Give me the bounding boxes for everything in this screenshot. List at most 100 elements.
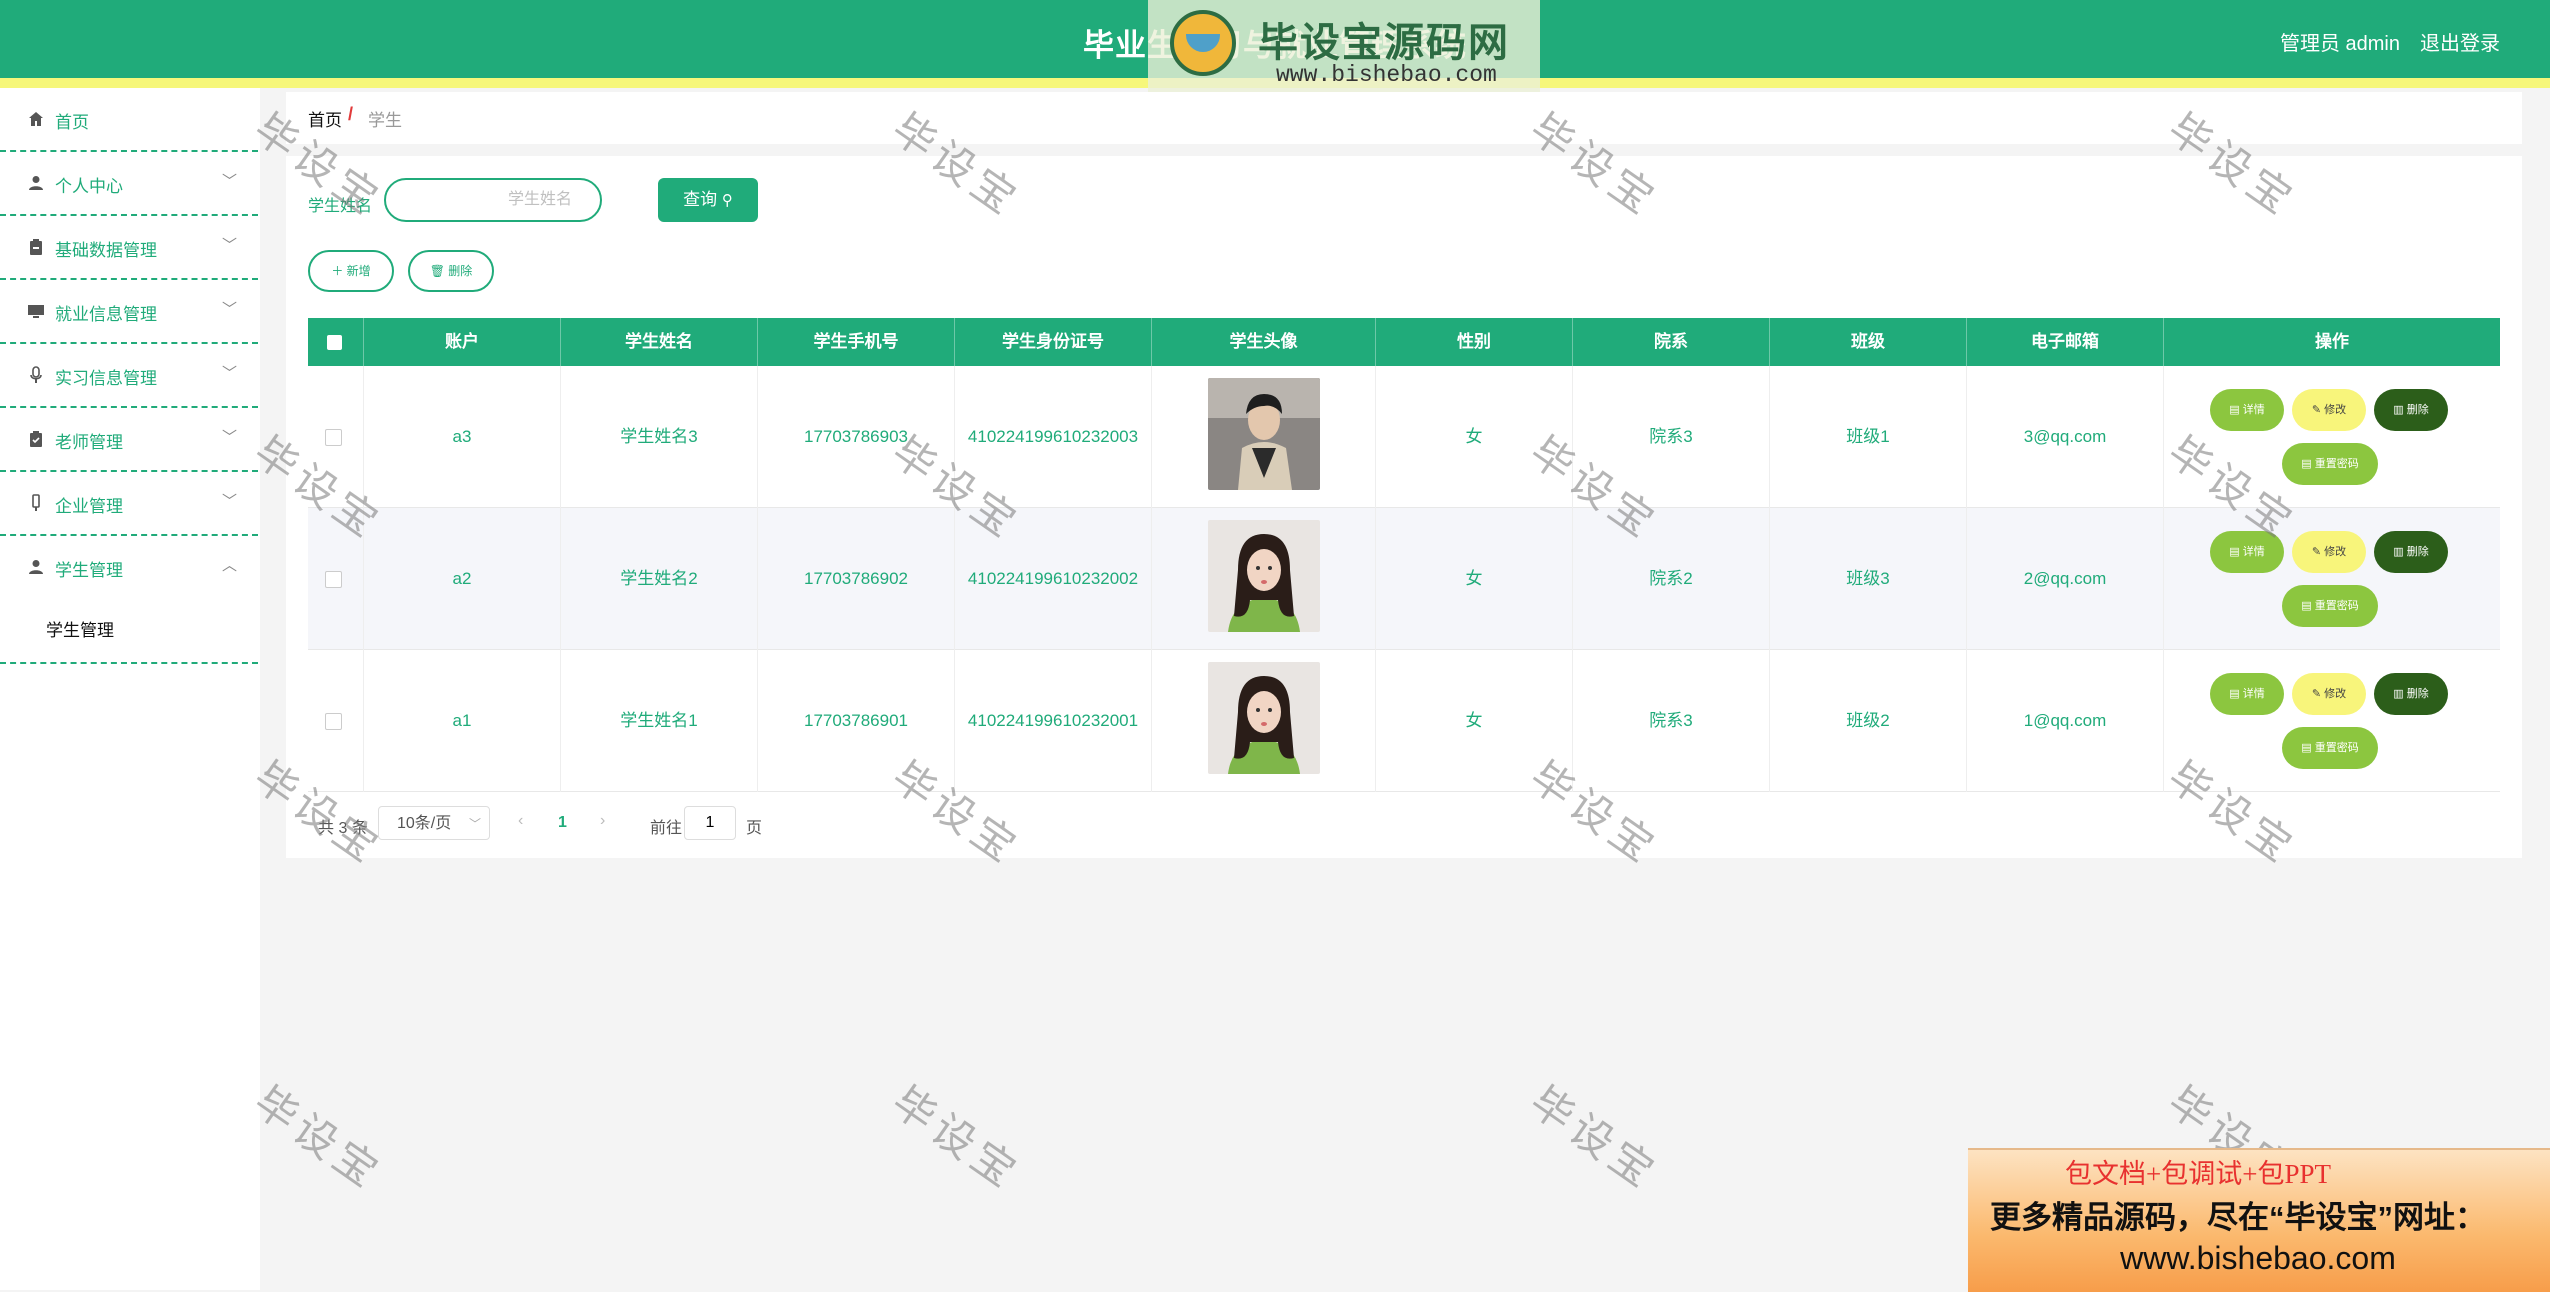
goto-label: 前往 (650, 820, 683, 837)
sidebar-item-companies[interactable]: 企业管理 ﹀ (0, 472, 258, 536)
cell-id-card: 410224199610232002 (955, 508, 1152, 650)
trash-icon: 🗑 (429, 264, 445, 278)
delete-button[interactable]: ▥ 删除 (2374, 673, 2448, 715)
cell-phone: 17703786903 (758, 366, 955, 508)
delete-label: 删除 (2406, 404, 2429, 416)
chevron-down-icon: ﹀ (222, 365, 238, 382)
reset-password-button[interactable]: ▤ 重置密码 (2282, 443, 2378, 485)
query-button[interactable]: 查询 ⚲ (658, 178, 758, 222)
cell-avatar (1152, 508, 1376, 650)
detail-label: 详情 (2242, 688, 2265, 700)
sidebar-item-personal-center[interactable]: 个人中心 ﹀ (0, 152, 258, 216)
sidebar-item-employment[interactable]: 就业信息管理 ﹀ (0, 280, 258, 344)
column-header[interactable]: 账户 (364, 318, 561, 366)
column-header[interactable]: 院系 (1573, 318, 1770, 366)
table-row: a3 学生姓名3 17703786903 410224199610232003 … (308, 366, 2500, 508)
microphone-icon (26, 366, 46, 386)
trash-icon: ▥ (2393, 546, 2407, 558)
breadcrumb-current: 学生 (368, 111, 402, 130)
edit-label: 修改 (2324, 688, 2347, 700)
table-header: 账户 学生姓名 学生手机号 学生身份证号 学生头像 性别 院系 班级 电子邮箱 … (308, 318, 2500, 366)
watermark-text: 毕设宝 (1521, 1077, 1667, 1199)
sidebar-item-students[interactable]: 学生管理 ︿ 学生管理 (0, 536, 258, 664)
delete-button[interactable]: ▥ 删除 (2374, 389, 2448, 431)
plus-icon: ＋ (331, 264, 344, 278)
watermark-text: 毕设宝 (245, 1077, 391, 1199)
next-page-icon[interactable]: › (600, 812, 605, 830)
device-icon (26, 494, 46, 514)
batch-delete-button[interactable]: 🗑 删除 (408, 250, 494, 292)
ad-line-2: 更多精品源码，尽在“毕设宝”网址： (1990, 1200, 2486, 1235)
query-button-label: 查询 (683, 190, 718, 209)
logo-text: 毕设宝源码网 (1258, 21, 1510, 65)
edit-label: 修改 (2324, 546, 2347, 558)
column-header[interactable]: 学生姓名 (561, 318, 758, 366)
detail-label: 详情 (2242, 404, 2265, 416)
add-button[interactable]: ＋ 新增 (308, 250, 394, 292)
reset-icon: ▤ (2301, 600, 2315, 612)
cell-phone: 17703786901 (758, 650, 955, 792)
sidebar-item-home[interactable]: 首页 (0, 88, 258, 152)
row-checkbox[interactable] (325, 713, 342, 730)
reset-password-button[interactable]: ▤ 重置密码 (2282, 727, 2378, 769)
sidebar-item-internship[interactable]: 实习信息管理 ﹀ (0, 344, 258, 408)
row-checkbox[interactable] (325, 429, 342, 446)
student-name-search-input[interactable] (384, 178, 602, 222)
chevron-down-icon: ﹀ (222, 237, 238, 254)
chevron-down-icon: ﹀ (222, 493, 238, 510)
sidebar-item-teachers[interactable]: 老师管理 ﹀ (0, 408, 258, 472)
prev-page-icon[interactable]: ‹ (518, 812, 523, 830)
sidebar-item-basic-data[interactable]: 基础数据管理 ﹀ (0, 216, 258, 280)
column-header[interactable]: 学生手机号 (758, 318, 955, 366)
pencil-icon: ✎ (2311, 404, 2325, 416)
page-unit-label: 页 (746, 820, 763, 837)
column-header[interactable]: 班级 (1770, 318, 1967, 366)
delete-label: 删除 (2406, 546, 2429, 558)
breadcrumb-home[interactable]: 首页 (308, 106, 342, 131)
column-header[interactable]: 学生身份证号 (955, 318, 1152, 366)
trash-icon: ▥ (2393, 688, 2407, 700)
detail-button[interactable]: ▤ 详情 (2210, 531, 2284, 573)
edit-button[interactable]: ✎ 修改 (2292, 531, 2366, 573)
select-all-checkbox[interactable] (327, 335, 342, 350)
pencil-icon: ✎ (2311, 688, 2325, 700)
add-button-label: 新增 (346, 264, 371, 278)
goto-page-input[interactable] (684, 806, 736, 840)
detail-button[interactable]: ▤ 详情 (2210, 389, 2284, 431)
search-icon: ⚲ (721, 192, 733, 209)
row-checkbox[interactable] (325, 571, 342, 588)
cell-phone: 17703786902 (758, 508, 955, 650)
column-header[interactable]: 性别 (1376, 318, 1573, 366)
detail-label: 详情 (2242, 546, 2265, 558)
column-header[interactable]: 学生头像 (1152, 318, 1376, 366)
cell-email: 3@qq.com (1967, 366, 2164, 508)
reset-label: 重置密码 (2314, 600, 2359, 612)
page-number[interactable]: 1 (558, 814, 567, 832)
cell-account: a1 (364, 650, 561, 792)
page-size-select[interactable]: 10条/页 ﹀ (378, 806, 490, 840)
logout-link[interactable]: 退出登录 (2420, 27, 2500, 56)
reset-icon: ▤ (2301, 458, 2315, 470)
cell-account: a3 (364, 366, 561, 508)
cell-avatar (1152, 366, 1376, 508)
column-header[interactable]: 电子邮箱 (1967, 318, 2164, 366)
row-select-cell (308, 508, 364, 650)
sidebar-item-label: 老师管理 (55, 433, 123, 452)
column-header: 操作 (2315, 332, 2349, 351)
delete-button[interactable]: ▥ 删除 (2374, 531, 2448, 573)
home-icon (26, 110, 46, 130)
submenu-item-student-management[interactable]: 学生管理 (46, 616, 114, 641)
cell-actions: ▤ 详情 ✎ 修改 ▥ 删除 ▤ 重置密码 (2164, 650, 2500, 792)
edit-button[interactable]: ✎ 修改 (2292, 389, 2366, 431)
student-avatar-female (1208, 662, 1320, 774)
cell-email: 1@qq.com (1967, 650, 2164, 792)
breadcrumb: 首页 / 学生 (286, 92, 2522, 144)
edit-button[interactable]: ✎ 修改 (2292, 673, 2366, 715)
trash-icon: ▥ (2393, 404, 2407, 416)
sidebar-item-label: 企业管理 (55, 497, 123, 516)
logo-mascot-icon (1170, 10, 1236, 76)
cell-actions: ▤ 详情 ✎ 修改 ▥ 删除 ▤ 重置密码 (2164, 508, 2500, 650)
detail-button[interactable]: ▤ 详情 (2210, 673, 2284, 715)
cell-department: 院系3 (1573, 650, 1770, 792)
reset-password-button[interactable]: ▤ 重置密码 (2282, 585, 2378, 627)
